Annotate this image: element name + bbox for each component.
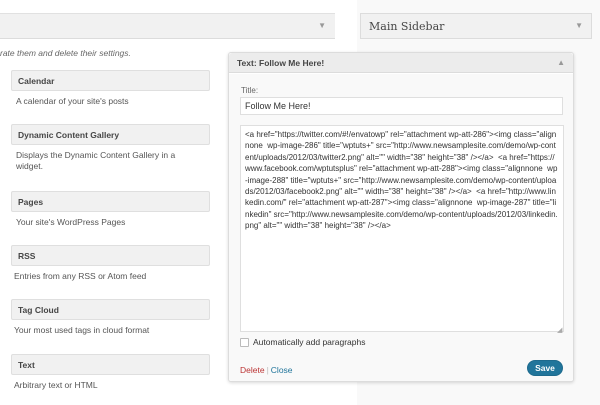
widget-description: Your site's WordPress Pages — [16, 217, 126, 227]
widget-title: Tag Cloud — [18, 305, 59, 315]
collapse-arrow-icon[interactable]: ▲ — [557, 58, 565, 67]
widget-control-links: Delete | Close — [240, 365, 293, 375]
save-button[interactable]: Save — [527, 360, 563, 376]
auto-paragraphs-label: Automatically add paragraphs — [253, 337, 366, 347]
widget-title: Dynamic Content Gallery — [18, 130, 120, 140]
text-widget-form: Title: <a href="https://twitter.com/#!/e… — [229, 74, 573, 381]
collapse-arrow-icon[interactable]: ▼ — [318, 21, 326, 30]
widget-rss[interactable]: RSS — [11, 245, 210, 266]
widget-calendar[interactable]: Calendar — [11, 70, 210, 91]
text-widget-title: Text: Follow Me Here! — [237, 58, 325, 68]
text-widget-panel: Text: Follow Me Here! ▲ Title: <a href="… — [228, 52, 574, 382]
widget-title: Calendar — [18, 76, 55, 86]
widget-dynamic-content-gallery[interactable]: Dynamic Content Gallery — [11, 124, 210, 145]
auto-paragraphs-row: Automatically add paragraphs — [240, 337, 365, 347]
delete-link[interactable]: Delete — [240, 365, 265, 375]
content-textarea[interactable]: <a href="https://twitter.com/#!/envatowp… — [240, 125, 564, 332]
widget-description: Displays the Dynamic Content Gallery in … — [16, 150, 176, 171]
available-widgets-header[interactable]: ▼ — [0, 13, 335, 39]
title-input[interactable] — [240, 97, 563, 115]
main-sidebar-title: Main Sidebar — [369, 20, 445, 33]
widget-pages[interactable]: Pages — [11, 191, 210, 212]
close-link[interactable]: Close — [271, 365, 293, 375]
link-separator: | — [266, 365, 269, 375]
widgets-instructions: rate them and delete their settings. — [0, 48, 131, 58]
collapse-arrow-icon[interactable]: ▼ — [575, 21, 583, 30]
title-label: Title: — [241, 86, 259, 95]
text-widget-header[interactable]: Text: Follow Me Here! ▲ — [229, 53, 573, 73]
auto-paragraphs-checkbox[interactable] — [240, 337, 249, 347]
widget-text[interactable]: Text — [11, 354, 210, 375]
widget-description: Your most used tags in cloud format — [14, 325, 150, 335]
main-sidebar-header[interactable]: Main Sidebar ▼ — [360, 13, 592, 39]
widget-title: Text — [18, 360, 35, 370]
widget-description: Arbitrary text or HTML — [14, 380, 98, 390]
widget-tag-cloud[interactable]: Tag Cloud — [11, 299, 210, 320]
widget-title: Pages — [18, 197, 44, 207]
widget-description: Entries from any RSS or Atom feed — [14, 271, 147, 281]
widget-title: RSS — [18, 251, 36, 261]
widget-description: A calendar of your site's posts — [16, 96, 129, 106]
